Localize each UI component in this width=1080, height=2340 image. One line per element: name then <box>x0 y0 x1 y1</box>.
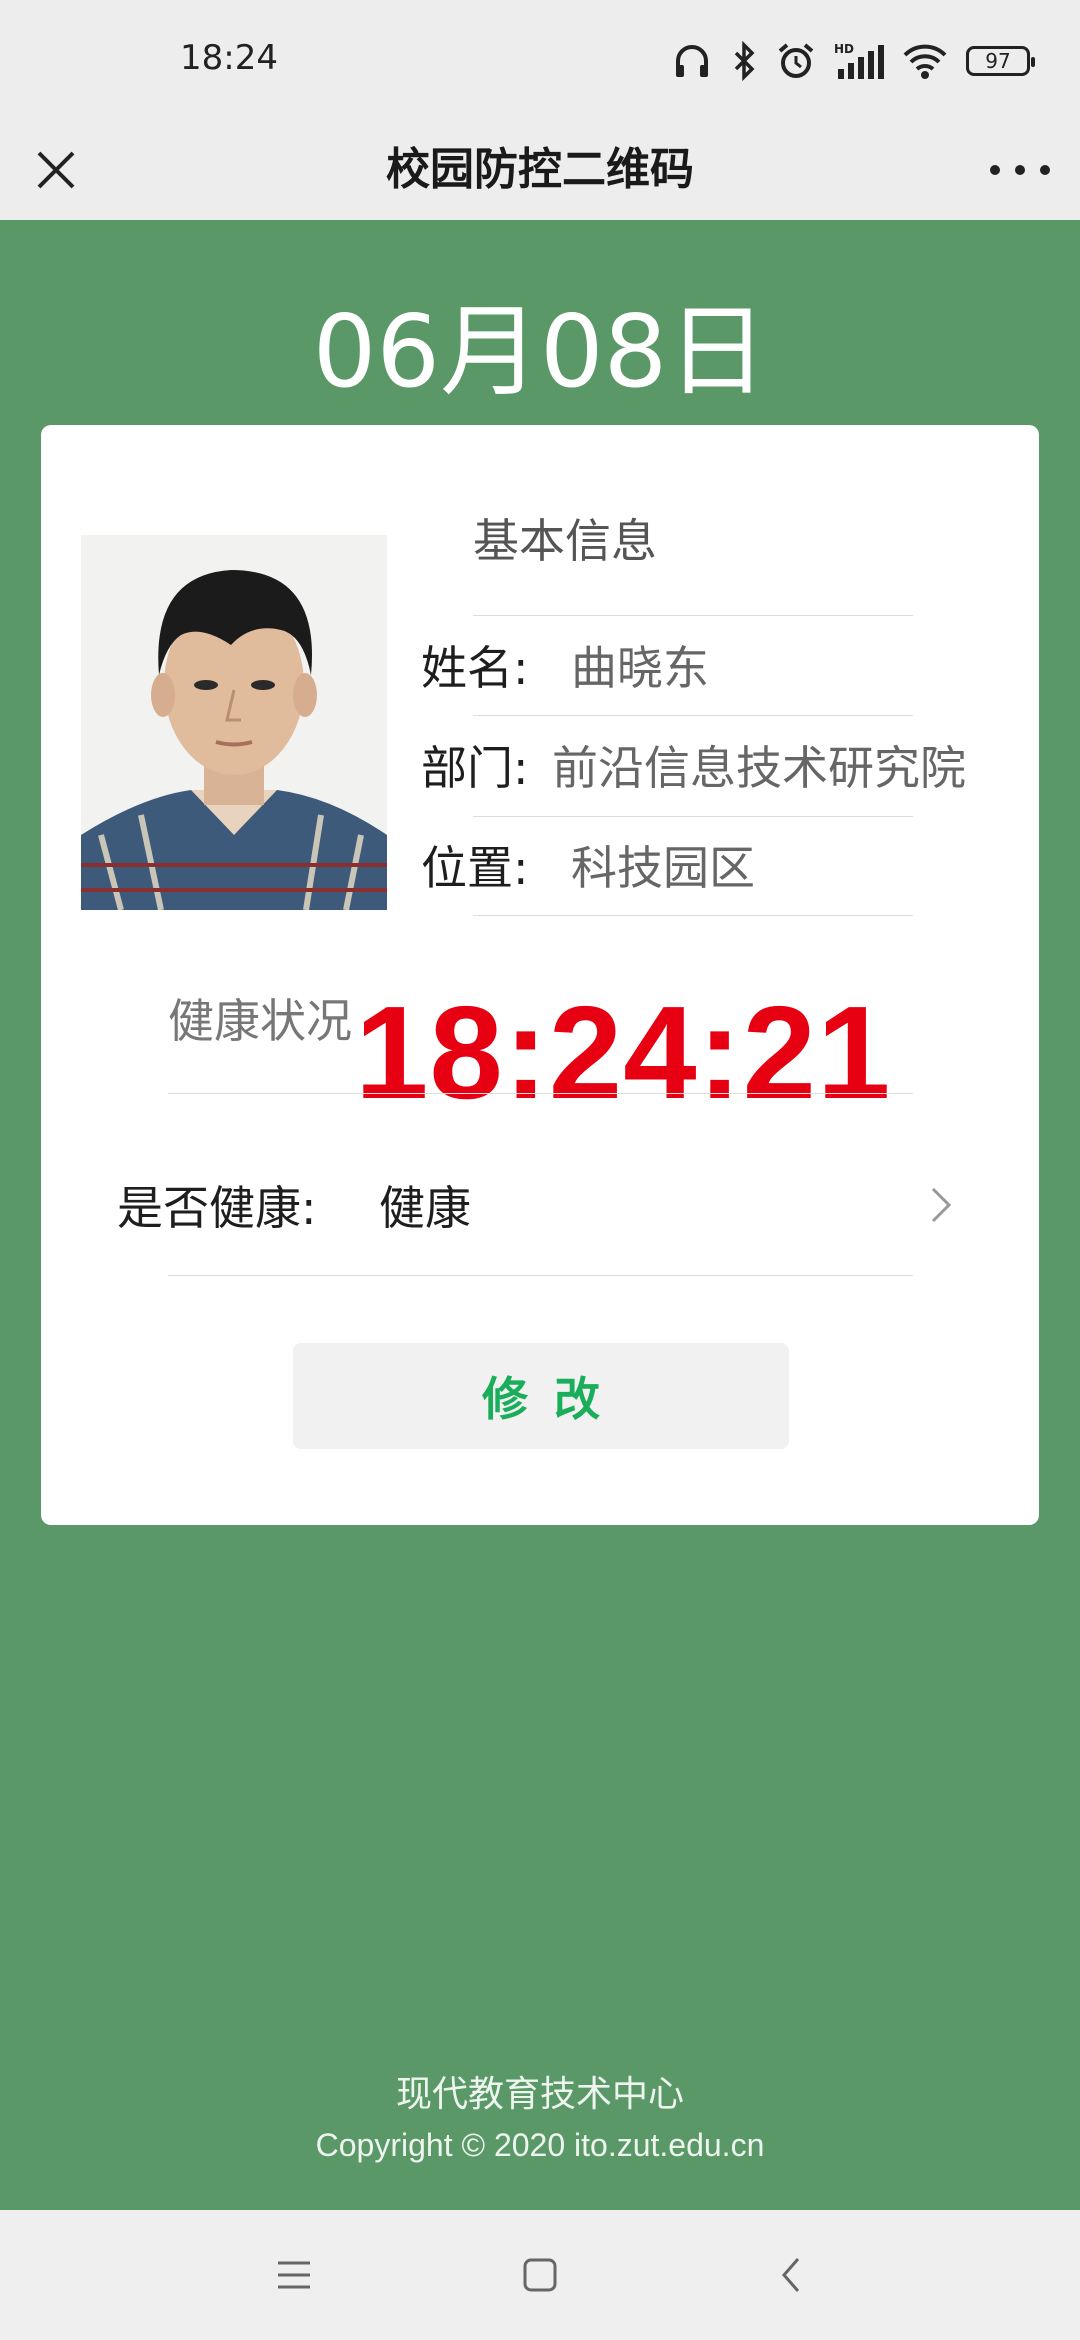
info-row-department: 部门: 前沿信息技术研究院 <box>421 735 966 795</box>
avatar <box>81 535 387 910</box>
menu-button[interactable] <box>264 2245 324 2305</box>
divider <box>168 1275 913 1276</box>
divider <box>473 816 913 817</box>
more-button[interactable] <box>990 148 1050 192</box>
battery-icon: 97 <box>966 46 1035 76</box>
department-label: 部门: <box>421 741 529 795</box>
divider <box>168 1093 913 1094</box>
info-row-location: 位置: 科技园区 <box>421 835 755 895</box>
live-clock: 18:24:21 <box>355 979 892 1126</box>
divider <box>473 615 913 616</box>
system-navigation-bar <box>0 2210 1080 2340</box>
wifi-icon <box>903 44 947 79</box>
department-value: 前沿信息技术研究院 <box>552 741 966 795</box>
divider <box>473 715 913 716</box>
is-healthy-label: 是否健康: <box>117 1181 317 1235</box>
status-bar: 18:24 HD 97 <box>0 0 1080 120</box>
footer: 现代教育技术中心 Copyright © 2020 ito.zut.edu.cn <box>0 2070 1080 2170</box>
info-card: 基本信息 姓名: 曲晓东 部门: 前沿信息技术研究院 位置: 科技园区 健康状况… <box>41 425 1039 1525</box>
health-status-row[interactable]: 是否健康: 健康 <box>117 1140 959 1270</box>
headphones-icon <box>676 45 708 77</box>
nav-bar: 校园防控二维码 <box>0 120 1080 220</box>
status-time: 18:24 <box>180 38 278 78</box>
footer-copyright: Copyright © 2020 ito.zut.edu.cn <box>315 2127 765 2163</box>
home-button[interactable] <box>510 2245 570 2305</box>
date-heading: 06月08日 <box>312 293 768 410</box>
location-label: 位置: <box>421 841 529 895</box>
hd-signal-icon: HD <box>834 42 884 79</box>
is-healthy-value: 健康 <box>379 1181 471 1235</box>
name-label: 姓名: <box>421 641 529 695</box>
more-icon <box>990 165 1000 175</box>
home-square-icon <box>523 2258 557 2292</box>
bluetooth-icon <box>734 41 755 81</box>
battery-level: 97 <box>985 49 1011 73</box>
status-icons: HD 97 <box>672 36 1035 86</box>
location-value: 科技园区 <box>571 841 755 895</box>
back-icon <box>782 2258 800 2292</box>
footer-organization: 现代教育技术中心 <box>395 2074 684 2115</box>
alarm-icon <box>778 43 814 78</box>
edit-button[interactable]: 修改 <box>293 1343 789 1449</box>
info-row-name: 姓名: 曲晓东 <box>421 635 709 695</box>
menu-icon <box>278 2261 310 2289</box>
svg-text:HD: HD <box>834 42 854 56</box>
basic-info-title: 基本信息 <box>473 514 657 568</box>
back-button[interactable] <box>760 2245 820 2305</box>
page-title: 校园防控二维码 <box>386 144 694 195</box>
name-value: 曲晓东 <box>571 641 709 695</box>
health-status-title: 健康状况 <box>168 994 352 1048</box>
chevron-right-icon <box>923 1175 959 1235</box>
divider <box>473 915 913 916</box>
